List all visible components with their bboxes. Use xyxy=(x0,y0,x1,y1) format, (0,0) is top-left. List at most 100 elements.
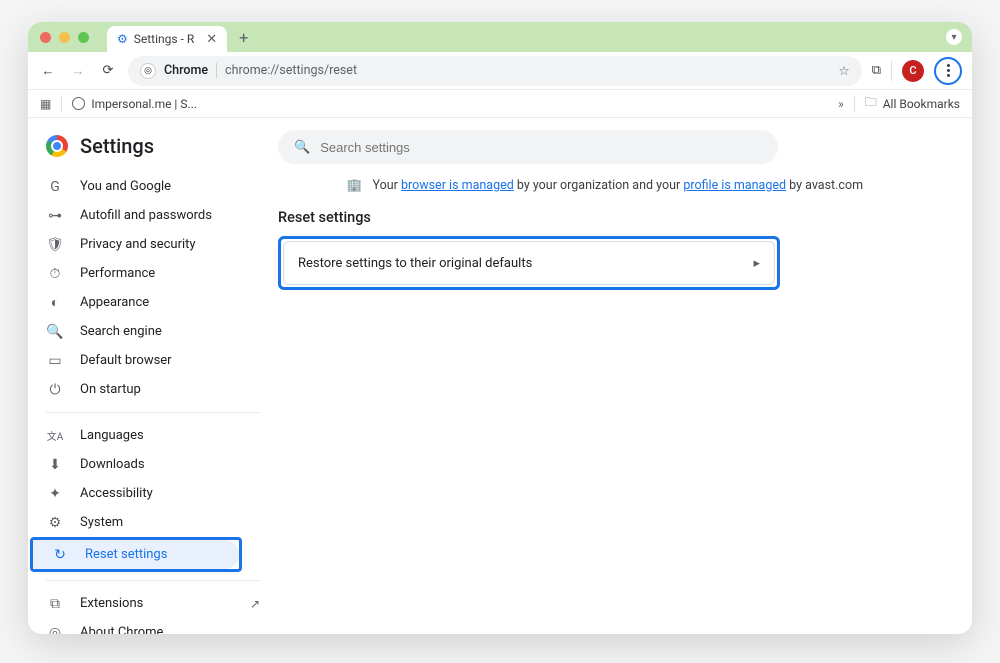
back-button[interactable]: ← xyxy=(38,63,58,79)
external-link-icon: ↗ xyxy=(250,597,260,611)
building-icon: 🏢 xyxy=(347,178,363,193)
sidebar-item-default-browser[interactable]: ▭Default browser xyxy=(28,346,278,375)
omnibox-url: chrome://settings/reset xyxy=(225,63,357,78)
highlight-restore-card: Restore settings to their original defau… xyxy=(278,236,780,290)
speedometer-icon: ⏱ xyxy=(46,266,64,282)
bookmarks-divider-2 xyxy=(854,96,855,112)
settings-sidebar: Settings G You and Google ⊶ Autofill and p… xyxy=(28,118,278,634)
chevron-right-icon: ▸ xyxy=(753,256,760,271)
chrome-logo-icon xyxy=(46,135,68,157)
site-info-icon[interactable]: ◎ xyxy=(140,63,156,79)
sidebar-item-label: Search engine xyxy=(80,324,162,339)
extensions-icon[interactable]: ⧉ xyxy=(872,63,881,78)
apps-icon[interactable]: ▦ xyxy=(40,97,51,111)
close-window-button[interactable] xyxy=(40,32,51,43)
tab-title: Settings - R xyxy=(134,32,194,46)
bookmark-star-icon[interactable]: ☆ xyxy=(838,63,849,79)
sidebar-section-1: GYou and Google ⊶Autofill and passwords … xyxy=(28,172,278,404)
sidebar-item-system[interactable]: ⚙ System xyxy=(28,508,278,537)
palette-icon: ◐ xyxy=(46,294,64,311)
restore-defaults-label: Restore settings to their original defau… xyxy=(298,256,532,271)
new-tab-button[interactable]: + xyxy=(239,28,248,47)
forward-button[interactable]: → xyxy=(68,63,88,79)
sidebar-item-label: Performance xyxy=(80,266,155,281)
settings-search-input[interactable] xyxy=(320,140,762,155)
sidebar-section-2: 文A Languages ⬇Downloads ✦Accessibility ⚙ S… xyxy=(28,421,278,572)
browser-toolbar: ← → ⟳ ◎ Chrome chrome://settings/reset ☆… xyxy=(28,52,972,90)
sidebar-item-you-and-google[interactable]: G You and Google xyxy=(28,172,278,201)
browser-window: ⚙ Settings - R ✕ + ▾ ← → ⟳ ◎ Chrome chro… xyxy=(28,22,972,634)
chrome-icon: ◎ xyxy=(46,625,64,635)
maximize-window-button[interactable] xyxy=(78,32,89,43)
profile-managed-link[interactable]: profile is managed xyxy=(683,178,786,193)
settings-content: Settings G You and Google ⊶ Autofill and p… xyxy=(28,118,972,634)
power-icon: ⏻ xyxy=(46,382,64,398)
kebab-icon xyxy=(947,64,950,77)
sidebar-divider xyxy=(46,412,260,413)
settings-title: Settings xyxy=(80,134,154,158)
sidebar-item-label: System xyxy=(80,515,123,530)
search-icon: 🔍 xyxy=(294,140,310,155)
all-bookmarks-label: All Bookmarks xyxy=(883,97,960,111)
sidebar-item-accessibility[interactable]: ✦Accessibility xyxy=(28,479,278,508)
sidebar-item-languages[interactable]: 文A Languages xyxy=(28,421,278,450)
key-icon: ⊶ xyxy=(46,208,64,224)
bookmark-item[interactable]: Impersonal.me | S... xyxy=(72,97,197,111)
search-icon: 🔍 xyxy=(46,324,64,340)
bookmarks-divider xyxy=(61,96,62,112)
folder-icon: 🗀 xyxy=(865,93,877,114)
settings-brand: Settings xyxy=(28,126,278,172)
sidebar-item-performance[interactable]: ⏱ Performance xyxy=(28,259,278,288)
bookmark-label: Impersonal.me | S... xyxy=(91,97,197,111)
toolbar-divider xyxy=(891,61,892,81)
sidebar-item-label: Reset settings xyxy=(85,547,167,562)
tab-favicon-gear-icon: ⚙ xyxy=(117,32,128,46)
restore-defaults-row[interactable]: Restore settings to their original defau… xyxy=(283,241,775,285)
sidebar-item-search-engine[interactable]: 🔍 Search engine xyxy=(28,317,278,346)
chrome-menu-button[interactable] xyxy=(934,57,962,85)
sidebar-item-extensions[interactable]: ⧉Extensions↗ xyxy=(28,589,278,618)
globe-icon xyxy=(72,97,85,110)
address-bar[interactable]: ◎ Chrome chrome://settings/reset ☆ xyxy=(128,56,862,86)
bookmarks-overflow-icon[interactable]: » xyxy=(838,97,844,111)
omnibox-chip: Chrome xyxy=(164,63,217,78)
managed-notice: 🏢 Your browser is managed by your organi… xyxy=(278,178,932,193)
browser-tab[interactable]: ⚙ Settings - R ✕ xyxy=(107,26,227,52)
sidebar-item-autofill[interactable]: ⊶ Autofill and passwords xyxy=(28,201,278,230)
managed-text: by your organization and your xyxy=(514,178,684,193)
reset-icon: ↻ xyxy=(51,547,69,563)
profile-avatar[interactable]: C xyxy=(902,60,924,82)
sidebar-item-label: About Chrome xyxy=(80,625,163,634)
minimize-window-button[interactable] xyxy=(59,32,70,43)
section-title-reset: Reset settings xyxy=(278,209,932,226)
settings-search[interactable]: 🔍 xyxy=(278,130,778,164)
managed-text: Your xyxy=(372,178,400,193)
tabstrip-dropdown-icon[interactable]: ▾ xyxy=(946,29,962,45)
settings-main: 🔍 🏢 Your browser is managed by your orga… xyxy=(278,118,972,634)
sidebar-item-reset-settings[interactable]: ↻ Reset settings xyxy=(33,540,239,569)
wrench-icon: ⚙ xyxy=(46,515,64,531)
google-g-icon: G xyxy=(46,179,64,195)
bookmarks-bar: ▦ Impersonal.me | S... » 🗀 All Bookmarks xyxy=(28,90,972,118)
sidebar-item-appearance[interactable]: ◐ Appearance xyxy=(28,288,278,317)
translate-icon: 文A xyxy=(46,428,64,443)
sidebar-item-privacy[interactable]: 🛡Privacy and security xyxy=(28,230,278,259)
sidebar-item-label: You and Google xyxy=(80,179,171,194)
all-bookmarks-button[interactable]: 🗀 All Bookmarks xyxy=(865,93,960,114)
sidebar-item-label: Downloads xyxy=(80,457,145,472)
browser-icon: ▭ xyxy=(46,353,64,369)
sidebar-item-label: Autofill and passwords xyxy=(80,208,212,223)
sidebar-item-label: Privacy and security xyxy=(80,237,196,252)
highlight-reset-settings: ↻ Reset settings xyxy=(30,537,242,572)
sidebar-item-label: Appearance xyxy=(80,295,149,310)
sidebar-item-label: On startup xyxy=(80,382,141,397)
reload-button[interactable]: ⟳ xyxy=(98,63,118,78)
sidebar-item-downloads[interactable]: ⬇Downloads xyxy=(28,450,278,479)
sidebar-item-about-chrome[interactable]: ◎ About Chrome xyxy=(28,618,278,634)
sidebar-section-3: ⧉Extensions↗ ◎About Chrome xyxy=(28,589,278,634)
sidebar-item-label: Languages xyxy=(80,428,144,443)
tab-close-icon[interactable]: ✕ xyxy=(206,32,217,47)
browser-managed-link[interactable]: browser is managed xyxy=(401,178,514,193)
sidebar-item-on-startup[interactable]: ⏻ On startup xyxy=(28,375,278,404)
sidebar-item-label: Extensions xyxy=(80,596,143,611)
